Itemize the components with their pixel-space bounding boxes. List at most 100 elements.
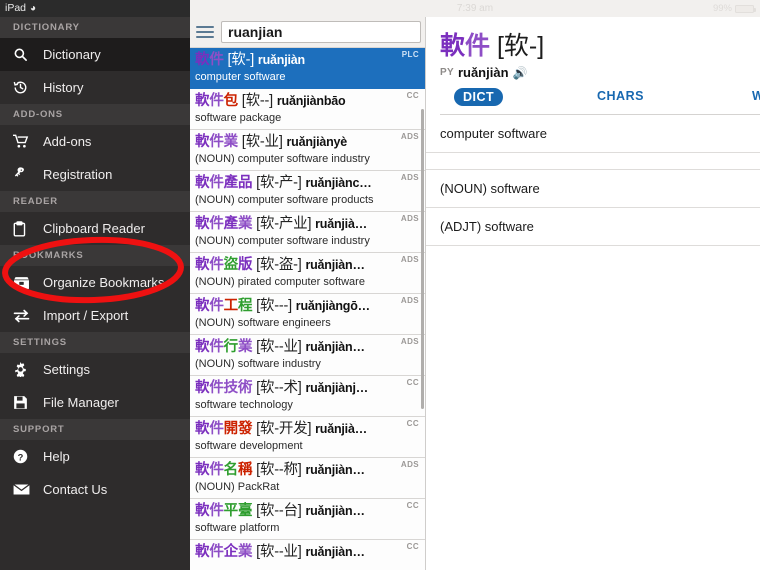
- tab-chars[interactable]: CHARS: [597, 89, 644, 103]
- sidebar-item-help[interactable]: ? Help: [0, 440, 190, 473]
- headword-char: 產: [224, 175, 238, 191]
- headword-char: 件: [209, 462, 223, 478]
- sidebar-item-registration[interactable]: Registration: [0, 158, 190, 191]
- detail-spacer: [426, 153, 760, 169]
- result-headword: 軟件技術 [软--术] ruǎnjiànj…: [195, 379, 403, 398]
- svg-text:?: ?: [18, 452, 24, 462]
- sidebar-item-import-export[interactable]: Import / Export: [0, 299, 190, 332]
- sidebar-item-label: Import / Export: [43, 308, 128, 323]
- sidebar-item-label: File Manager: [43, 395, 119, 410]
- result-row[interactable]: CC軟件包 [软--] ruǎnjiànbāosoftware package: [190, 89, 425, 130]
- detail-entry: (NOUN) software: [426, 170, 760, 208]
- result-definition: software technology: [195, 398, 403, 413]
- status-bar-right: 7:39 am 99%: [190, 0, 760, 17]
- headword-char: 品: [238, 175, 252, 191]
- source-badge: CC: [407, 501, 419, 510]
- headword-char: 軟: [195, 216, 209, 232]
- result-headword: 軟件 [软-] ruǎnjiàn: [195, 51, 403, 70]
- result-row[interactable]: ADS軟件產業 [软-产业] ruǎnjià…(NOUN) computer s…: [190, 212, 425, 253]
- result-headword: 軟件產品 [软-产-] ruǎnjiànc…: [195, 174, 403, 193]
- results-list[interactable]: PLC軟件 [软-] ruǎnjiàncomputer softwareCC軟件…: [190, 48, 425, 570]
- result-row[interactable]: PLC軟件 [软-] ruǎnjiàncomputer software: [190, 48, 425, 89]
- headword-char: 軟: [195, 503, 209, 519]
- sidebar-item-dictionary[interactable]: Dictionary: [0, 38, 190, 71]
- simplified-form: [软--]: [242, 93, 273, 109]
- history-clock-icon: [13, 80, 43, 95]
- sidebar-item-label: Help: [43, 449, 70, 464]
- result-headword: 軟件平臺 [软--台] ruǎnjiàn…: [195, 502, 403, 521]
- result-pinyin: ruǎnjià…: [315, 422, 367, 436]
- headword-char: 企: [224, 544, 238, 560]
- detail-headword-char: 件: [465, 32, 490, 60]
- headword-char: 稱: [238, 462, 252, 478]
- result-row[interactable]: ADS軟件產品 [软-产-] ruǎnjiànc…(NOUN) computer…: [190, 171, 425, 212]
- sidebar-item-history[interactable]: History: [0, 71, 190, 104]
- sidebar-item-clipboard-reader[interactable]: Clipboard Reader: [0, 212, 190, 245]
- envelope-icon: [13, 483, 43, 496]
- floppy-disk-icon: [13, 395, 43, 410]
- result-row[interactable]: ADS軟件工程 [软---] ruǎnjiàngō…(NOUN) softwar…: [190, 294, 425, 335]
- pinyin-tag-label: PY: [440, 67, 454, 78]
- sidebar: DICTIONARYDictionaryHistoryADD-ONSAdd-on…: [0, 17, 190, 570]
- sidebar-item-contact-us[interactable]: Contact Us: [0, 473, 190, 506]
- result-row[interactable]: ADS軟件名稱 [软--称] ruǎnjiàn…(NOUN) PackRat: [190, 458, 425, 499]
- simplified-form: [软--称]: [256, 462, 302, 478]
- result-row[interactable]: CC軟件平臺 [软--台] ruǎnjiàn…software platform: [190, 499, 425, 540]
- sidebar-item-label: History: [43, 80, 83, 95]
- tab-wo[interactable]: WO: [752, 89, 760, 103]
- headword-char: 業: [224, 134, 238, 150]
- sidebar-item-file-manager[interactable]: File Manager: [0, 386, 190, 419]
- search-input[interactable]: ruanjian: [221, 21, 421, 43]
- source-badge: CC: [407, 91, 419, 100]
- result-row[interactable]: ADS軟件業 [软-业] ruǎnjiànyè(NOUN) computer s…: [190, 130, 425, 171]
- detail-pinyin-row: PY ruǎnjiàn 🔊: [440, 65, 760, 80]
- headword-char: 軟: [195, 134, 209, 150]
- headword-char: 件: [209, 216, 223, 232]
- speaker-audio-icon[interactable]: 🔊: [513, 66, 528, 80]
- sidebar-item-label: Clipboard Reader: [43, 221, 145, 236]
- results-column: ruanjian PLC軟件 [软-] ruǎnjiàncomputer sof…: [190, 17, 425, 570]
- sidebar-item-add-ons[interactable]: Add-ons: [0, 125, 190, 158]
- result-headword: 軟件產業 [软-产业] ruǎnjià…: [195, 215, 403, 234]
- headword-char: 軟: [195, 462, 209, 478]
- result-headword: 軟件企業 [软--业] ruǎnjiàn…: [195, 543, 403, 562]
- result-headword: 軟件盜版 [软-盗-] ruǎnjiàn…: [195, 256, 403, 275]
- clipboard-icon: [13, 221, 43, 237]
- headword-char: 盜: [224, 257, 238, 273]
- headword-char: 業: [238, 216, 252, 232]
- result-pinyin: ruǎnjiànbāo: [277, 94, 346, 108]
- simplified-form: [软---]: [256, 298, 292, 314]
- result-row[interactable]: CC軟件技術 [软--术] ruǎnjiànj…software technol…: [190, 376, 425, 417]
- result-headword: 軟件工程 [软---] ruǎnjiàngō…: [195, 297, 403, 316]
- result-definition: computer software: [195, 70, 403, 85]
- result-row[interactable]: ADS軟件行業 [软--业] ruǎnjiàn…(NOUN) software …: [190, 335, 425, 376]
- sidebar-item-settings[interactable]: Settings: [0, 353, 190, 386]
- simplified-form: [软-盗-]: [256, 257, 302, 273]
- sidebar-section-header: SUPPORT: [0, 419, 190, 440]
- headword-char: 產: [224, 216, 238, 232]
- sidebar-section-header: SETTINGS: [0, 332, 190, 353]
- result-pinyin: ruǎnjiàn…: [305, 463, 364, 477]
- source-badge: ADS: [401, 255, 419, 264]
- result-definition: (NOUN) pirated computer software: [195, 275, 403, 290]
- detail-tab-bar[interactable]: DICT CHARS WO: [440, 89, 760, 115]
- simplified-form: [软-业]: [242, 134, 283, 150]
- result-row[interactable]: CC軟件開發 [软-开发] ruǎnjià…software developme…: [190, 417, 425, 458]
- sidebar-item-organize-bookmarks[interactable]: Organize Bookmarks: [0, 266, 190, 299]
- tab-dict[interactable]: DICT: [454, 88, 503, 106]
- status-bar: iPad ◕ 7:39 am 99%: [0, 0, 760, 17]
- hamburger-menu-icon[interactable]: [196, 25, 214, 39]
- entry-detail-panel: 軟件 [软-] PY ruǎnjiàn 🔊 DICTCHARSWO comput…: [425, 17, 760, 570]
- sidebar-item-label: Organize Bookmarks: [43, 275, 164, 290]
- results-scrollbar[interactable]: [421, 109, 424, 409]
- result-headword: 軟件行業 [软--业] ruǎnjiàn…: [195, 338, 403, 357]
- headword-char: 件: [209, 544, 223, 560]
- result-row[interactable]: CC軟件企業 [软--业] ruǎnjiàn…: [190, 540, 425, 570]
- key-icon: [13, 167, 43, 182]
- headword-char: 業: [238, 544, 252, 560]
- headword-char: 開: [224, 421, 238, 437]
- result-row[interactable]: ADS軟件盜版 [软-盗-] ruǎnjiàn…(NOUN) pirated c…: [190, 253, 425, 294]
- result-pinyin: ruǎnjiàn…: [305, 258, 364, 272]
- search-icon: [13, 47, 43, 62]
- shopping-cart-icon: [13, 134, 43, 149]
